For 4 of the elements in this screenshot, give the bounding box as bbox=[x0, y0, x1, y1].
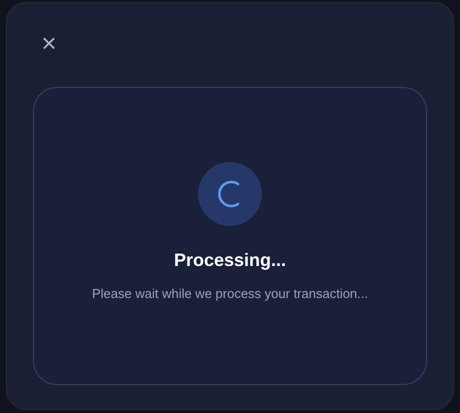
status-title: Processing... bbox=[174, 249, 286, 272]
close-button[interactable]: × bbox=[33, 27, 65, 59]
status-message: Please wait while we process your transaction... bbox=[92, 285, 368, 303]
spinner-icon bbox=[198, 162, 262, 226]
